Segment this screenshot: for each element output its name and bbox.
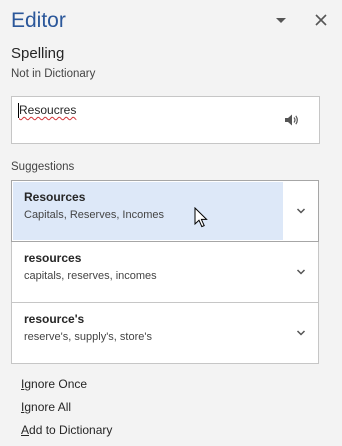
action-label: gnore All	[24, 400, 72, 414]
suggestion-accept-area[interactable]: resource's reserve's, supply's, store's	[13, 304, 283, 362]
chevron-down-icon	[296, 208, 306, 214]
close-icon	[315, 14, 327, 26]
suggestion-synonyms: Capitals, Reserves, Incomes	[24, 209, 164, 221]
suggestion-item[interactable]: resources capitals, reserves, incomes	[11, 242, 319, 303]
suggestion-synonyms: capitals, reserves, incomes	[24, 270, 157, 282]
add-to-dictionary-link[interactable]: Add to Dictionary	[21, 423, 112, 437]
suggestion-expand-button[interactable]	[283, 304, 317, 362]
editor-pane: Editor Spelling Not in Dictionary Resouc…	[0, 0, 342, 446]
spelling-heading: Spelling	[11, 45, 65, 62]
suggestion-accept-area[interactable]: resources capitals, reserves, incomes	[13, 243, 283, 301]
chevron-down-icon	[276, 18, 286, 23]
suggestion-word: resource's	[24, 312, 85, 326]
suggestion-word: resources	[24, 251, 82, 265]
ignore-once-link[interactable]: Ignore Once	[21, 377, 87, 391]
ignore-all-link[interactable]: Ignore All	[21, 400, 71, 414]
misspelled-word: Resoucres	[19, 103, 77, 117]
suggestions-label: Suggestions	[11, 161, 75, 173]
pane-options-dropdown[interactable]	[272, 13, 290, 27]
chevron-down-icon	[296, 330, 306, 336]
action-label: dd to Dictionary	[29, 423, 113, 437]
pane-title: Editor	[11, 9, 66, 32]
misspelled-word-field[interactable]: Resoucres	[11, 96, 320, 144]
spelling-status: Not in Dictionary	[11, 68, 96, 80]
close-button[interactable]	[312, 11, 330, 29]
access-key: A	[21, 423, 30, 437]
action-label: gnore Once	[24, 377, 88, 391]
suggestions-list: Resources Capitals, Reserves, Incomes re…	[11, 180, 319, 364]
suggestion-expand-button[interactable]	[283, 243, 317, 301]
read-aloud-button[interactable]	[284, 113, 300, 127]
suggestion-expand-button[interactable]	[283, 182, 317, 240]
suggestion-item[interactable]: resource's reserve's, supply's, store's	[11, 303, 319, 364]
suggestion-accept-area[interactable]: Resources Capitals, Reserves, Incomes	[13, 182, 283, 240]
suggestion-word: Resources	[24, 190, 86, 204]
speaker-icon	[285, 114, 298, 126]
chevron-down-icon	[296, 269, 306, 275]
suggestion-synonyms: reserve's, supply's, store's	[24, 331, 152, 343]
suggestion-item[interactable]: Resources Capitals, Reserves, Incomes	[11, 180, 319, 242]
